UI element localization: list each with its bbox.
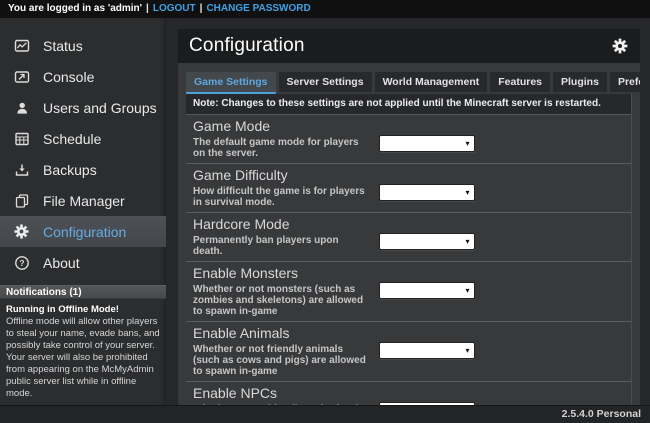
chevron-down-icon: ▾ <box>463 286 472 296</box>
setting-game-mode: Game Mode The default game mode for play… <box>186 115 631 164</box>
chevron-down-icon: ▾ <box>463 346 472 356</box>
file-manager-icon <box>13 192 30 209</box>
setting-title: Enable Monsters <box>193 265 624 281</box>
version-label: 2.5.4.0 Personal <box>562 408 641 420</box>
logout-link[interactable]: LOGOUT <box>153 3 196 14</box>
setting-enable-animals: Enable Animals Whether or not friendly a… <box>186 322 631 382</box>
setting-enable-monsters: Enable Monsters Whether or not monsters … <box>186 262 631 322</box>
sidebar-item-backups[interactable]: Backups <box>0 154 166 185</box>
sidebar-item-console[interactable]: Console <box>0 61 166 92</box>
backups-icon <box>13 161 30 178</box>
configuration-icon <box>13 223 30 240</box>
chevron-down-icon: ▾ <box>463 188 472 198</box>
tab-plugins[interactable]: Plugins <box>553 72 607 92</box>
chevron-down-icon: ▾ <box>463 139 472 149</box>
sidebar-item-label: About <box>43 255 80 271</box>
setting-title: Enable NPCs <box>193 385 624 401</box>
setting-title: Game Difficulty <box>193 167 624 183</box>
sidebar-item-file-manager[interactable]: File Manager <box>0 185 166 216</box>
game-settings-tab-content: Note: Changes to these settings are not … <box>186 94 632 405</box>
sidebar-nav: Status Console Users and Groups Schedule <box>0 18 166 278</box>
mcmyadmin-app: You are logged in as 'admin'|LOGOUT|CHAN… <box>0 0 650 423</box>
main-area: Configuration Game Settings Server Setti… <box>166 18 650 405</box>
tab-bar: Game Settings Server Settings World Mana… <box>186 72 632 92</box>
setting-title: Enable Animals <box>193 325 624 341</box>
setting-game-difficulty: Game Difficulty How difficult the game i… <box>186 164 631 213</box>
setting-description: Permanently ban players upon death. <box>193 233 369 257</box>
sidebar: Status Console Users and Groups Schedule <box>0 18 166 405</box>
sidebar-item-label: Users and Groups <box>43 100 157 116</box>
sidebar-item-label: Status <box>43 38 83 54</box>
change-password-link[interactable]: CHANGE PASSWORD <box>206 3 310 14</box>
configuration-panel: Configuration Game Settings Server Setti… <box>178 29 640 405</box>
sidebar-item-configuration[interactable]: Configuration <box>0 216 166 247</box>
panel-header: Configuration <box>178 29 640 63</box>
status-icon <box>13 37 30 54</box>
tab-game-settings[interactable]: Game Settings <box>186 72 276 92</box>
sidebar-item-schedule[interactable]: Schedule <box>0 123 166 154</box>
restart-note: Note: Changes to these settings are not … <box>186 94 631 115</box>
users-icon <box>13 99 30 116</box>
hardcore-mode-select[interactable]: ▾ <box>379 233 475 250</box>
tab-preferences[interactable]: Preferences <box>610 72 640 92</box>
chevron-down-icon: ▾ <box>463 237 472 247</box>
settings-gear-icon[interactable] <box>611 37 629 55</box>
notifications-header: Notifications (1) <box>0 285 166 299</box>
svg-text:?: ? <box>19 258 24 268</box>
logged-in-text: You are logged in as 'admin' <box>8 3 142 14</box>
console-icon <box>13 68 30 85</box>
setting-title: Game Mode <box>193 118 624 134</box>
separator: | <box>196 3 207 14</box>
setting-hardcore-mode: Hardcore Mode Permanently ban players up… <box>186 213 631 262</box>
setting-title: Hardcore Mode <box>193 216 624 232</box>
sidebar-item-label: Schedule <box>43 131 101 147</box>
panel-body: Game Settings Server Settings World Mana… <box>178 63 640 405</box>
sidebar-item-status[interactable]: Status <box>0 30 166 61</box>
setting-description: Whether or not friendly animals (such as… <box>193 342 369 377</box>
tab-features[interactable]: Features <box>490 72 550 92</box>
tab-server-settings[interactable]: Server Settings <box>279 72 372 92</box>
notification-title: Running in Offline Mode! <box>6 304 161 316</box>
tab-world-management[interactable]: World Management <box>375 72 488 92</box>
schedule-icon <box>13 130 30 147</box>
sidebar-item-users-and-groups[interactable]: Users and Groups <box>0 92 166 123</box>
sidebar-item-label: Backups <box>43 162 97 178</box>
separator: | <box>142 3 153 14</box>
session-bar: You are logged in as 'admin'|LOGOUT|CHAN… <box>0 0 650 18</box>
sidebar-item-about[interactable]: ? About <box>0 247 166 278</box>
sidebar-item-label: Configuration <box>43 224 126 240</box>
notification-text: Offline mode will allow other players to… <box>6 316 161 400</box>
game-mode-select[interactable]: ▾ <box>379 135 475 152</box>
sidebar-item-label: Console <box>43 69 94 85</box>
about-icon: ? <box>13 254 30 271</box>
sidebar-item-label: File Manager <box>43 193 125 209</box>
notification-item: Running in Offline Mode! Offline mode wi… <box>0 299 166 400</box>
status-bar: 2.5.4.0 Personal <box>0 405 650 423</box>
setting-description: The default game mode for players on the… <box>193 135 369 159</box>
game-difficulty-select[interactable]: ▾ <box>379 184 475 201</box>
setting-description: How difficult the game is for players in… <box>193 184 369 208</box>
page-title: Configuration <box>189 35 305 57</box>
setting-description: Whether or not monsters (such as zombies… <box>193 282 369 317</box>
enable-animals-select[interactable]: ▾ <box>379 342 475 359</box>
setting-enable-npcs: Enable NPCs Whether or not friendly mobs… <box>186 382 631 405</box>
enable-monsters-select[interactable]: ▾ <box>379 282 475 299</box>
